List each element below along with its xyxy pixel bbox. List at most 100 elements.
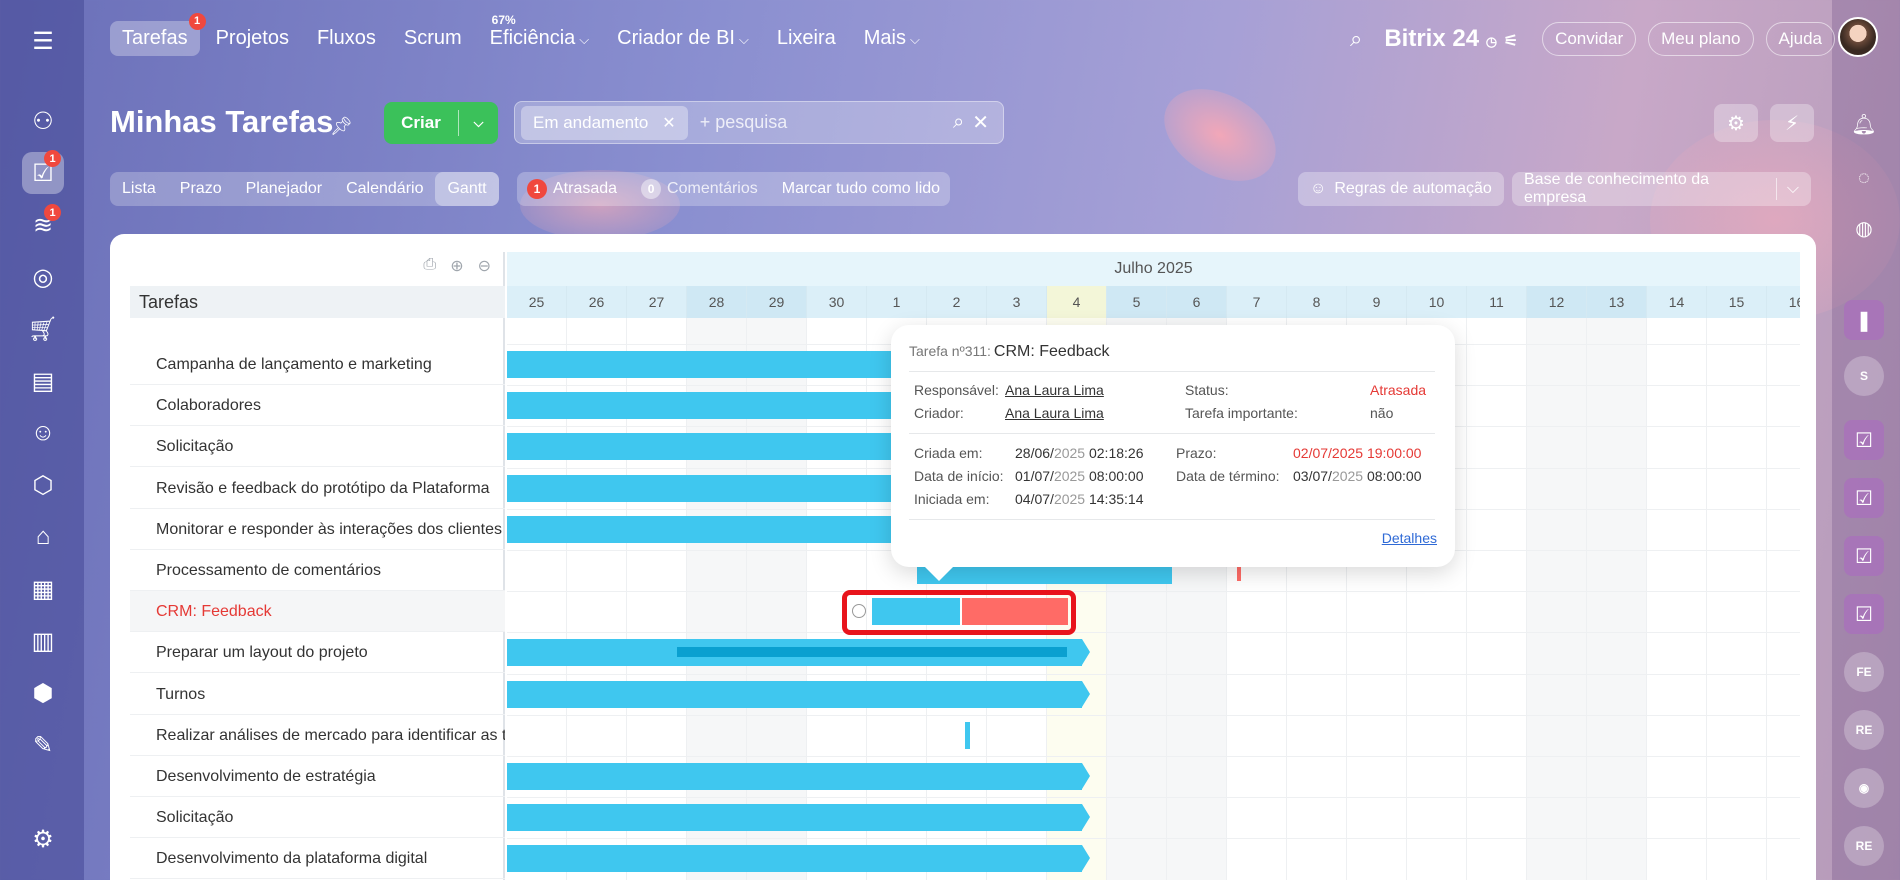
task-row[interactable]: Revisão e feedback do protótipo da Plata… xyxy=(130,468,505,509)
filter-chip[interactable]: Em andamento ✕ xyxy=(521,105,688,140)
help-button[interactable]: Ajuda xyxy=(1765,22,1835,56)
tab-list[interactable]: Lista xyxy=(110,172,168,206)
calendar-icon[interactable]: ▦ xyxy=(22,568,64,610)
task-row[interactable]: Preparar um layout do projeto xyxy=(130,632,505,674)
search-icon[interactable]: ⌕ xyxy=(1350,26,1362,52)
task-bar[interactable] xyxy=(507,392,907,420)
day-header: 8 xyxy=(1287,286,1347,318)
chevron-down-icon[interactable]: ⌵ xyxy=(459,115,498,131)
feed-icon[interactable]: ≋ 1 xyxy=(22,204,64,246)
nav-more[interactable]: Mais ⌵ xyxy=(852,21,932,56)
task-row[interactable]: Desenvolvimento da plataforma digital xyxy=(130,838,505,880)
tab-planner[interactable]: Planejador xyxy=(234,172,335,206)
task-row[interactable]: Turnos xyxy=(130,674,505,715)
nav-trash[interactable]: Lixeira xyxy=(765,21,848,56)
store-icon[interactable]: ⌂ xyxy=(22,516,64,558)
pin-icon[interactable]: 📌︎ xyxy=(330,116,353,137)
user-avatar-fe[interactable]: FE xyxy=(1844,652,1884,692)
right-sidebar: 🔔︎ ◌ ◍ ❚ S ☑ ☑ ☑ ☑ FE RE ◉ RE xyxy=(1832,0,1900,880)
nav-tasks[interactable]: Tarefas 1 xyxy=(110,12,206,56)
knowledge-base-button[interactable]: Base de conhecimento da empresa ⌵ xyxy=(1512,171,1811,206)
chat-icon[interactable]: ◍ xyxy=(1844,208,1884,248)
task-bar[interactable] xyxy=(507,351,907,378)
settings-gear-button[interactable]: ⚙ xyxy=(1714,104,1758,142)
search-icon[interactable]: ⌕ xyxy=(953,111,964,134)
nav-efficiency[interactable]: 67% Eficiência ⌵ xyxy=(478,13,601,56)
automation-lightning-button[interactable]: ⚡︎ xyxy=(1770,104,1814,142)
zoom-out-icon[interactable]: ⊖ xyxy=(478,256,491,276)
task-bar[interactable] xyxy=(507,845,1090,873)
settings-sliders-icon[interactable]: ⚟ xyxy=(1504,33,1518,50)
invite-button[interactable]: Convidar xyxy=(1542,22,1637,56)
target-icon[interactable]: ◎ xyxy=(22,256,64,298)
task-chat-icon[interactable]: ☑ xyxy=(1844,478,1884,518)
shield-icon[interactable]: ⬢ xyxy=(22,672,64,714)
task-bar[interactable] xyxy=(507,804,1090,832)
box-icon[interactable]: ⬡ xyxy=(22,464,64,506)
menu-icon[interactable]: ☰ xyxy=(22,20,64,62)
document-edit-icon[interactable]: ✎ xyxy=(22,724,64,766)
nav-scrum[interactable]: Scrum xyxy=(392,21,474,56)
comments-filter[interactable]: Comentários xyxy=(667,180,758,198)
gear-icon[interactable]: ⚙ xyxy=(22,818,64,860)
nav-flows[interactable]: Fluxos xyxy=(305,21,388,56)
row-divider xyxy=(507,714,1800,716)
search-input[interactable]: + pesquisa xyxy=(700,112,953,133)
task-bar[interactable] xyxy=(507,763,1090,790)
user-avatar[interactable] xyxy=(1838,17,1878,57)
user-avatar-re[interactable]: RE xyxy=(1844,826,1884,866)
my-plan-button[interactable]: Meu plano xyxy=(1648,22,1754,56)
details-link[interactable]: Detalhes xyxy=(1382,530,1437,546)
bookmark-icon[interactable]: ❚ xyxy=(1844,300,1884,340)
page-title: Minhas Tarefas xyxy=(110,104,334,139)
tasks-icon[interactable]: ☑ 1 xyxy=(22,150,64,194)
search-filter[interactable]: Em andamento ✕ + pesquisa ⌕ ✕ xyxy=(514,101,1004,144)
task-bar[interactable] xyxy=(507,433,907,461)
cart-icon[interactable]: 🛒︎ xyxy=(22,308,64,350)
user-avatar-s[interactable]: S xyxy=(1844,356,1884,396)
crm-icon[interactable]: ⚇ xyxy=(22,100,64,142)
overdue-filter[interactable]: Atrasada xyxy=(553,180,617,198)
print-icon[interactable]: ⎙ xyxy=(423,256,436,276)
task-bar[interactable] xyxy=(507,680,1090,708)
task-bar[interactable] xyxy=(507,474,907,502)
bell-icon[interactable]: 🔔︎ xyxy=(1844,104,1884,144)
user-avatar-re[interactable]: RE xyxy=(1844,710,1884,750)
automation-rules-button[interactable]: ☺ Regras de automação xyxy=(1298,172,1504,206)
creator-link[interactable]: Ana Laura Lima xyxy=(1005,405,1104,421)
task-row[interactable]: Colaboradores xyxy=(130,385,505,427)
responsible-link[interactable]: Ana Laura Lima xyxy=(1005,382,1104,398)
robot-icon[interactable]: ☺ xyxy=(22,412,64,454)
clear-icon[interactable]: ✕ xyxy=(972,110,989,135)
task-chat-icon[interactable]: ☑ xyxy=(1844,536,1884,576)
copilot-icon[interactable]: ◌ xyxy=(1844,158,1884,198)
task-bar[interactable] xyxy=(507,515,907,543)
tab-gantt[interactable]: Gantt xyxy=(435,172,499,206)
chevron-down-icon[interactable]: ⌵ xyxy=(1787,180,1799,198)
task-row[interactable]: Realizar análises de mercado para identi… xyxy=(130,715,505,756)
task-row[interactable]: CRM: Feedback xyxy=(130,591,505,633)
task-chat-icon[interactable]: ☑ xyxy=(1844,594,1884,634)
task-row[interactable]: Monitorar e responder às interações dos … xyxy=(130,509,505,550)
tasks-column-header: Tarefas xyxy=(130,286,505,318)
task-row[interactable]: Solicitação xyxy=(130,426,505,468)
start-value: 01/07/2025 08:00:00 xyxy=(1015,468,1144,484)
tab-calendar[interactable]: Calendário xyxy=(334,172,435,206)
task-row[interactable]: Campanha de lançamento e marketing xyxy=(130,344,505,385)
task-bar[interactable] xyxy=(965,721,970,749)
task-row[interactable]: Solicitação xyxy=(130,797,505,839)
task-chat-icon[interactable]: ☑ xyxy=(1844,420,1884,460)
zoom-in-icon[interactable]: ⊕ xyxy=(450,256,463,276)
group-chat-icon[interactable]: ◉ xyxy=(1844,768,1884,808)
task-tooltip: Tarefa nº311: CRM: Feedback Responsável: … xyxy=(891,325,1455,581)
task-row[interactable]: Desenvolvimento de estratégia xyxy=(130,756,505,797)
nav-bi-builder[interactable]: Criador de BI ⌵ xyxy=(605,21,761,56)
tab-deadline[interactable]: Prazo xyxy=(168,172,234,206)
nav-projects[interactable]: Projetos xyxy=(204,21,301,56)
mark-all-read-button[interactable]: Marcar tudo como lido xyxy=(782,180,940,198)
create-button[interactable]: Criar ⌵ xyxy=(384,102,498,144)
task-row[interactable]: Processamento de comentários xyxy=(130,550,505,591)
close-icon[interactable]: ✕ xyxy=(662,113,675,133)
analytics-icon[interactable]: ▥ xyxy=(22,620,64,662)
contact-card-icon[interactable]: ▤ xyxy=(22,360,64,402)
